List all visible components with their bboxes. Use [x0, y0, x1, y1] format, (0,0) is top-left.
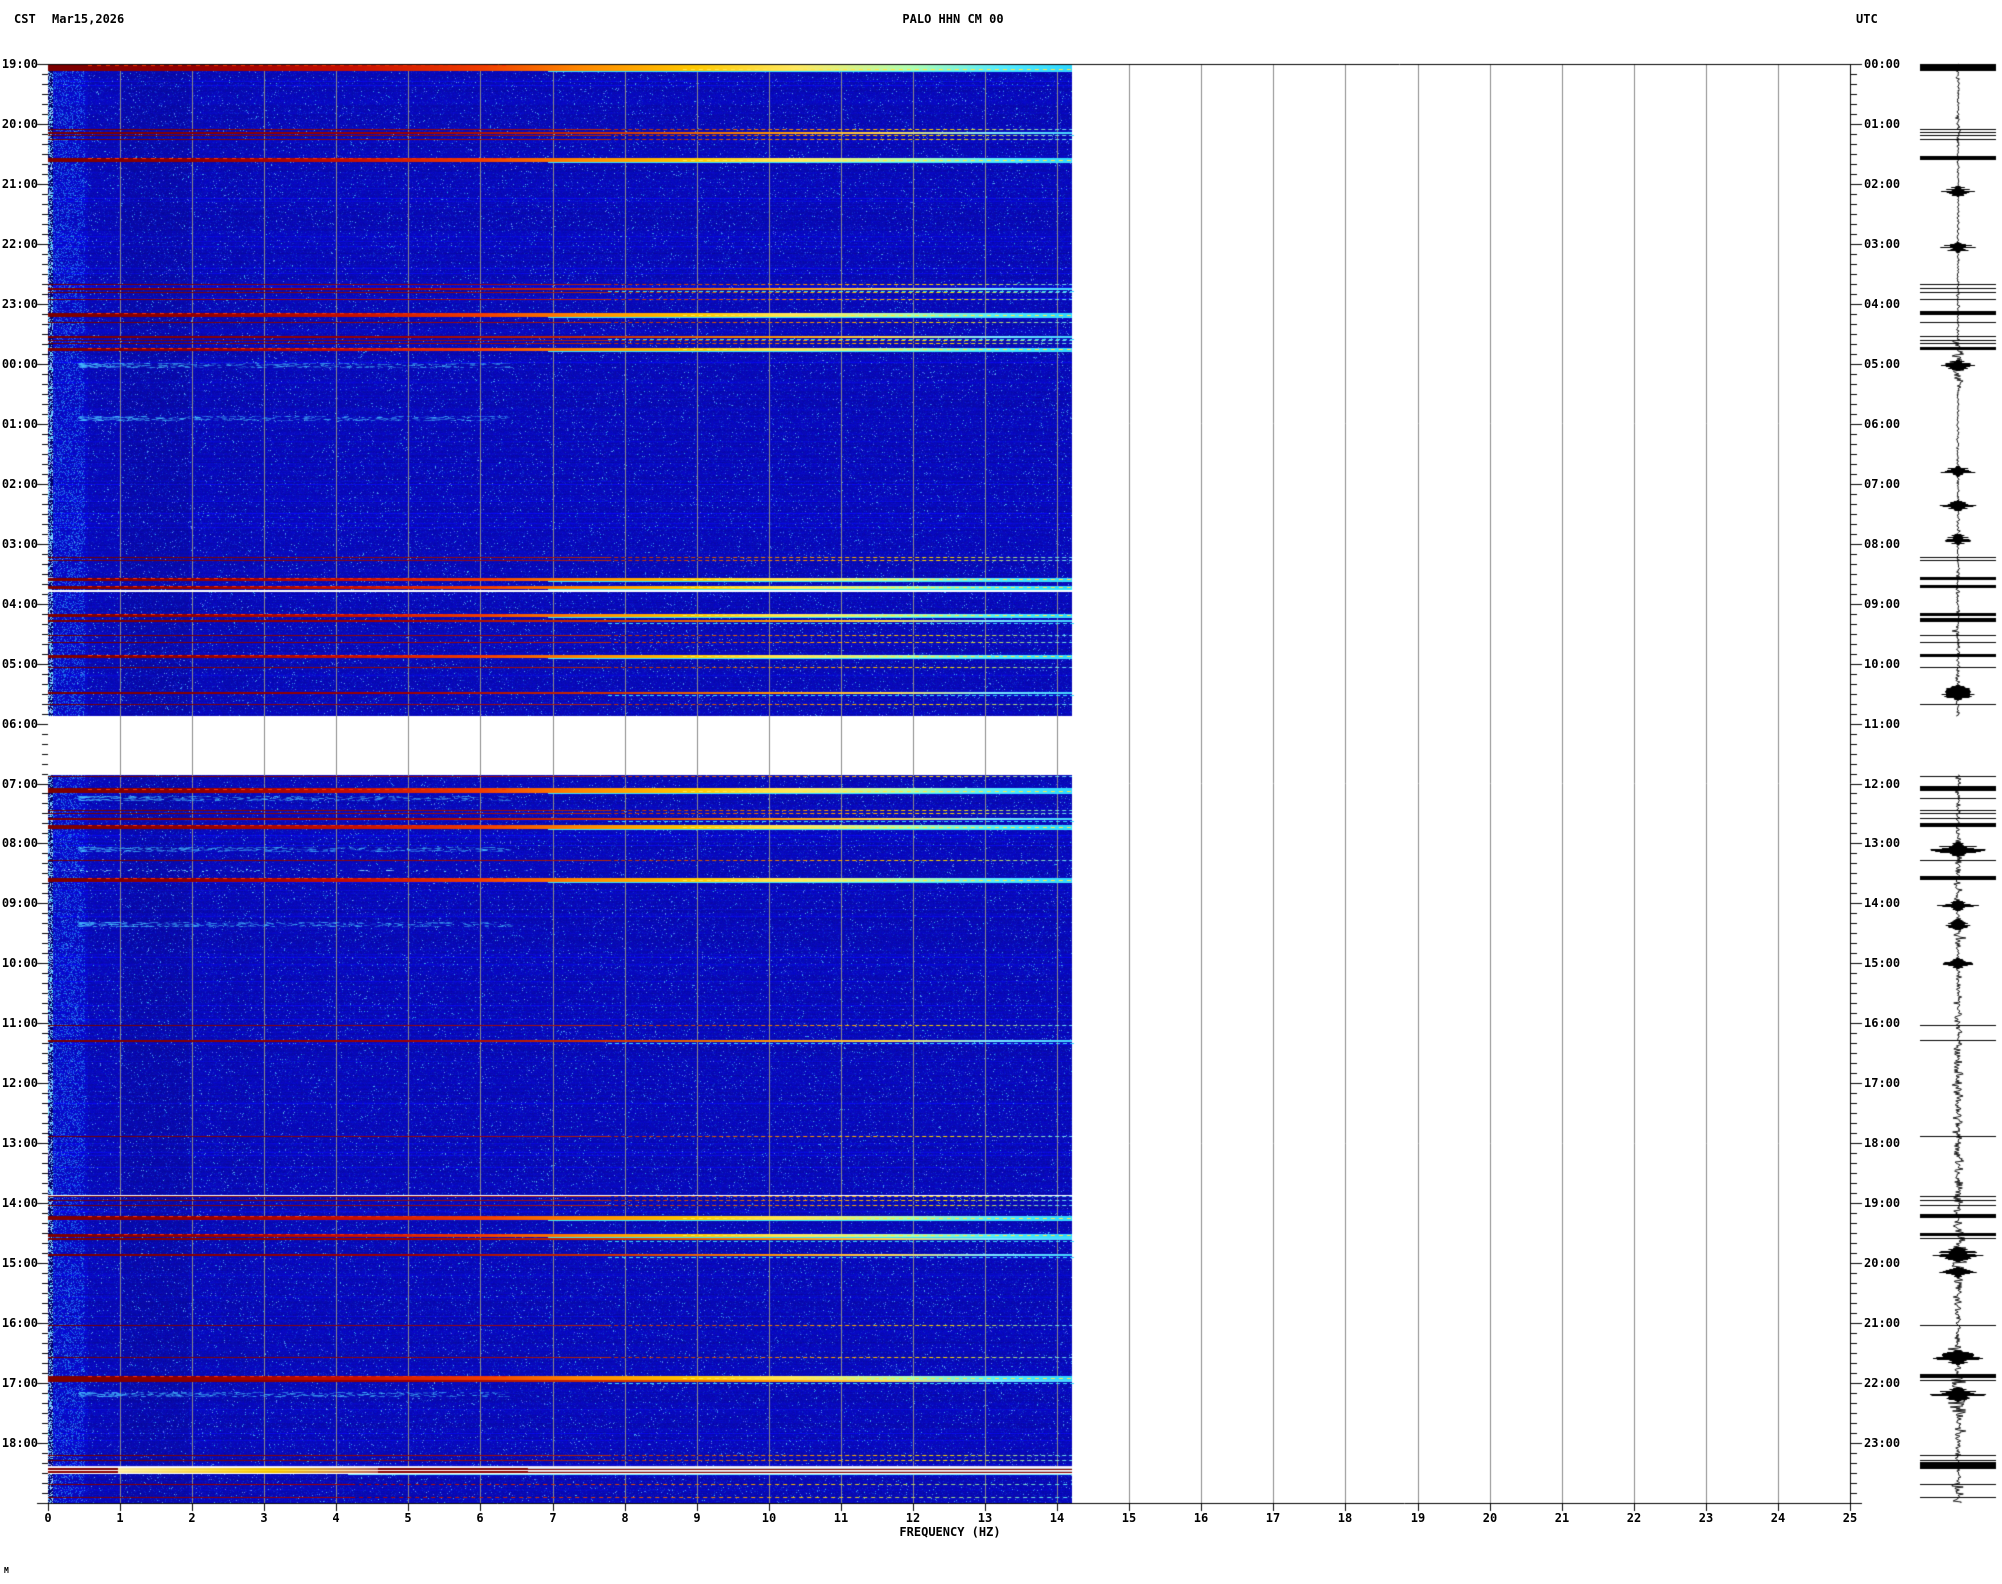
utc-hour-label: 18:00: [1864, 1136, 1901, 1150]
cst-hour-label: 23:00: [1, 297, 38, 311]
timezone-left-label: CST: [14, 12, 36, 26]
cst-hour-label: 07:00: [1, 777, 38, 791]
utc-hour-label: 14:00: [1864, 896, 1901, 910]
cst-hour-label: 00:00: [1, 357, 38, 371]
utc-hour-label: 22:00: [1864, 1376, 1901, 1390]
frequency-tick-label: 21: [1554, 1511, 1570, 1525]
cst-hour-label: 16:00: [1, 1316, 38, 1330]
frequency-tick-label: 18: [1337, 1511, 1353, 1525]
utc-hour-label: 05:00: [1864, 357, 1901, 371]
frequency-tick-label: 8: [621, 1511, 629, 1525]
frequency-tick-label: 12: [905, 1511, 921, 1525]
frequency-tick-label: 7: [549, 1511, 557, 1525]
utc-hour-label: 16:00: [1864, 1016, 1901, 1030]
cst-hour-label: 18:00: [1, 1436, 38, 1450]
cst-hour-label: 11:00: [1, 1016, 38, 1030]
cst-hour-label: 21:00: [1, 177, 38, 191]
cst-hour-label: 09:00: [1, 896, 38, 910]
utc-hour-label: 09:00: [1864, 597, 1901, 611]
cst-hour-label: 06:00: [1, 717, 38, 731]
station-title: PALO HHN CM 00: [902, 12, 1004, 26]
utc-hour-label: 11:00: [1864, 717, 1901, 731]
utc-hour-label: 03:00: [1864, 237, 1901, 251]
utc-hour-label: 01:00: [1864, 117, 1901, 131]
utc-hour-label: 12:00: [1864, 777, 1901, 791]
cst-hour-label: 01:00: [1, 417, 38, 431]
frequency-tick-label: 25: [1842, 1511, 1858, 1525]
frequency-tick-label: 1: [116, 1511, 124, 1525]
utc-hour-label: 02:00: [1864, 177, 1901, 191]
cst-hour-label: 10:00: [1, 956, 38, 970]
cst-hour-label: 04:00: [1, 597, 38, 611]
utc-hour-label: 04:00: [1864, 297, 1901, 311]
utc-hour-label: 20:00: [1864, 1256, 1901, 1270]
cst-hour-label: 17:00: [1, 1376, 38, 1390]
spectrogram-plot-canvas: [0, 0, 2002, 1584]
utc-hour-label: 08:00: [1864, 537, 1901, 551]
frequency-tick-label: 20: [1482, 1511, 1498, 1525]
utc-hour-label: 19:00: [1864, 1196, 1901, 1210]
frequency-tick-label: 22: [1626, 1511, 1642, 1525]
frequency-tick-label: 19: [1410, 1511, 1426, 1525]
utc-hour-label: 17:00: [1864, 1076, 1901, 1090]
frequency-tick-label: 2: [188, 1511, 196, 1525]
cst-hour-label: 03:00: [1, 537, 38, 551]
cst-hour-label: 05:00: [1, 657, 38, 671]
cst-hour-label: 08:00: [1, 836, 38, 850]
utc-hour-label: 06:00: [1864, 417, 1901, 431]
frequency-tick-label: 6: [476, 1511, 484, 1525]
frequency-tick-label: 11: [833, 1511, 849, 1525]
spectrogram-page: CST Mar15,2026 PALO HHN CM 00 UTC 19:00 2…: [0, 0, 2002, 1584]
cst-hour-label: 14:00: [1, 1196, 38, 1210]
date-label: Mar15,2026: [52, 12, 125, 26]
corner-artifact-mark: M: [4, 1566, 9, 1575]
frequency-tick-label: 15: [1121, 1511, 1137, 1525]
frequency-tick-label: 9: [693, 1511, 701, 1525]
cst-hour-label: 12:00: [1, 1076, 38, 1090]
cst-hour-label: 22:00: [1, 237, 38, 251]
cst-hour-label: 13:00: [1, 1136, 38, 1150]
utc-hour-label: 23:00: [1864, 1436, 1901, 1450]
utc-hour-label: 15:00: [1864, 956, 1901, 970]
cst-hour-label: 20:00: [1, 117, 38, 131]
utc-hour-label: 21:00: [1864, 1316, 1901, 1330]
frequency-axis-title: FREQUENCY (HZ): [899, 1525, 1001, 1539]
frequency-tick-label: 0: [44, 1511, 52, 1525]
frequency-tick-label: 5: [404, 1511, 412, 1525]
frequency-tick-label: 14: [1049, 1511, 1065, 1525]
cst-hour-label: 19:00: [1, 57, 38, 71]
cst-hour-label: 02:00: [1, 477, 38, 491]
frequency-tick-label: 3: [260, 1511, 268, 1525]
frequency-tick-label: 16: [1193, 1511, 1209, 1525]
frequency-tick-label: 17: [1265, 1511, 1281, 1525]
frequency-tick-label: 23: [1698, 1511, 1714, 1525]
utc-hour-label: 10:00: [1864, 657, 1901, 671]
frequency-tick-label: 4: [332, 1511, 340, 1525]
frequency-tick-label: 13: [977, 1511, 993, 1525]
frequency-tick-label: 24: [1770, 1511, 1786, 1525]
utc-hour-label: 00:00: [1864, 57, 1901, 71]
frequency-tick-label: 10: [761, 1511, 777, 1525]
utc-hour-label: 07:00: [1864, 477, 1901, 491]
timezone-right-label: UTC: [1856, 12, 1878, 26]
utc-hour-label: 13:00: [1864, 836, 1901, 850]
cst-hour-label: 15:00: [1, 1256, 38, 1270]
